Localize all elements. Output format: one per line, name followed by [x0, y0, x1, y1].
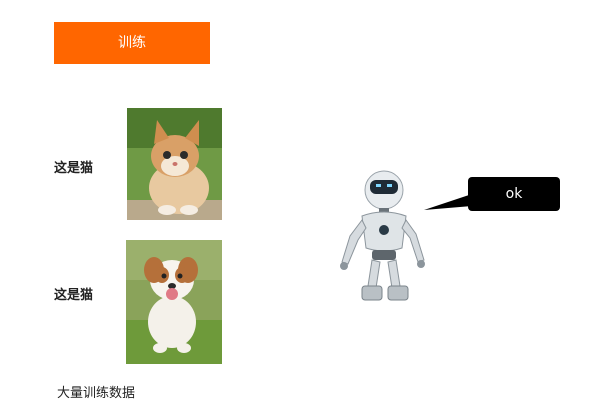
cat-photo	[127, 108, 222, 220]
dog-photo	[126, 240, 222, 364]
train-button[interactable]: 训练	[54, 22, 210, 64]
sample-label-2: 这是猫	[54, 288, 94, 303]
speech-bubble-text: ok	[505, 186, 523, 202]
training-data-caption: 大量训练数据	[57, 386, 136, 401]
sample-label-1: 这是猫	[54, 161, 94, 176]
robot-illustration	[332, 168, 428, 304]
